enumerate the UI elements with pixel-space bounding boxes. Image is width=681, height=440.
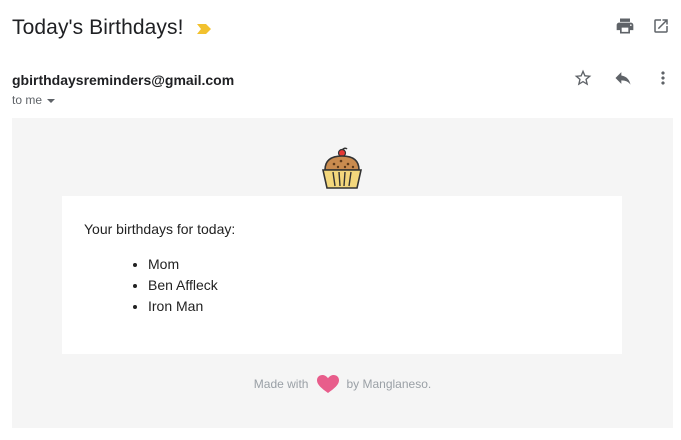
importance-marker-icon[interactable]: [196, 22, 212, 34]
print-icon: [615, 16, 635, 41]
list-item: Mom: [148, 256, 218, 277]
caret-down-icon[interactable]: [46, 95, 56, 105]
subject-row: Today's Birthdays!: [12, 14, 212, 42]
cupcake-icon: [319, 146, 365, 192]
recipient-row[interactable]: to me: [12, 93, 56, 107]
footer-author[interactable]: by Manglaneso.: [346, 377, 431, 391]
birthday-intro: Your birthdays for today:: [84, 221, 236, 237]
heart-icon: [316, 374, 340, 394]
more-vert-icon: [653, 68, 673, 93]
reply-button[interactable]: [611, 68, 635, 92]
sender-row: gbirthdaysreminders@gmail.com: [12, 72, 234, 90]
more-options-button[interactable]: [651, 68, 675, 92]
star-outline-icon: [573, 68, 593, 93]
birthday-list: Mom Ben Affleck Iron Man: [148, 256, 218, 319]
reply-icon: [613, 68, 633, 93]
email-subject: Today's Birthdays!: [12, 16, 184, 39]
list-item: Ben Affleck: [148, 277, 218, 298]
star-button[interactable]: [571, 68, 595, 92]
thread-actions: [613, 16, 673, 40]
sender-email[interactable]: gbirthdaysreminders@gmail.com: [12, 72, 234, 88]
print-button[interactable]: [613, 16, 637, 40]
email-body: Your birthdays for today: Mom Ben Afflec…: [12, 118, 673, 428]
list-item: Iron Man: [148, 298, 218, 319]
email-footer: Made with by Manglaneso.: [12, 374, 673, 394]
message-actions: [571, 68, 675, 92]
footer-made-with: Made with: [253, 377, 309, 391]
open-in-new-icon: [652, 17, 670, 40]
open-in-new-window-button[interactable]: [649, 16, 673, 40]
recipient-label: to me: [12, 93, 43, 107]
birthday-card: Your birthdays for today: Mom Ben Afflec…: [62, 196, 622, 354]
